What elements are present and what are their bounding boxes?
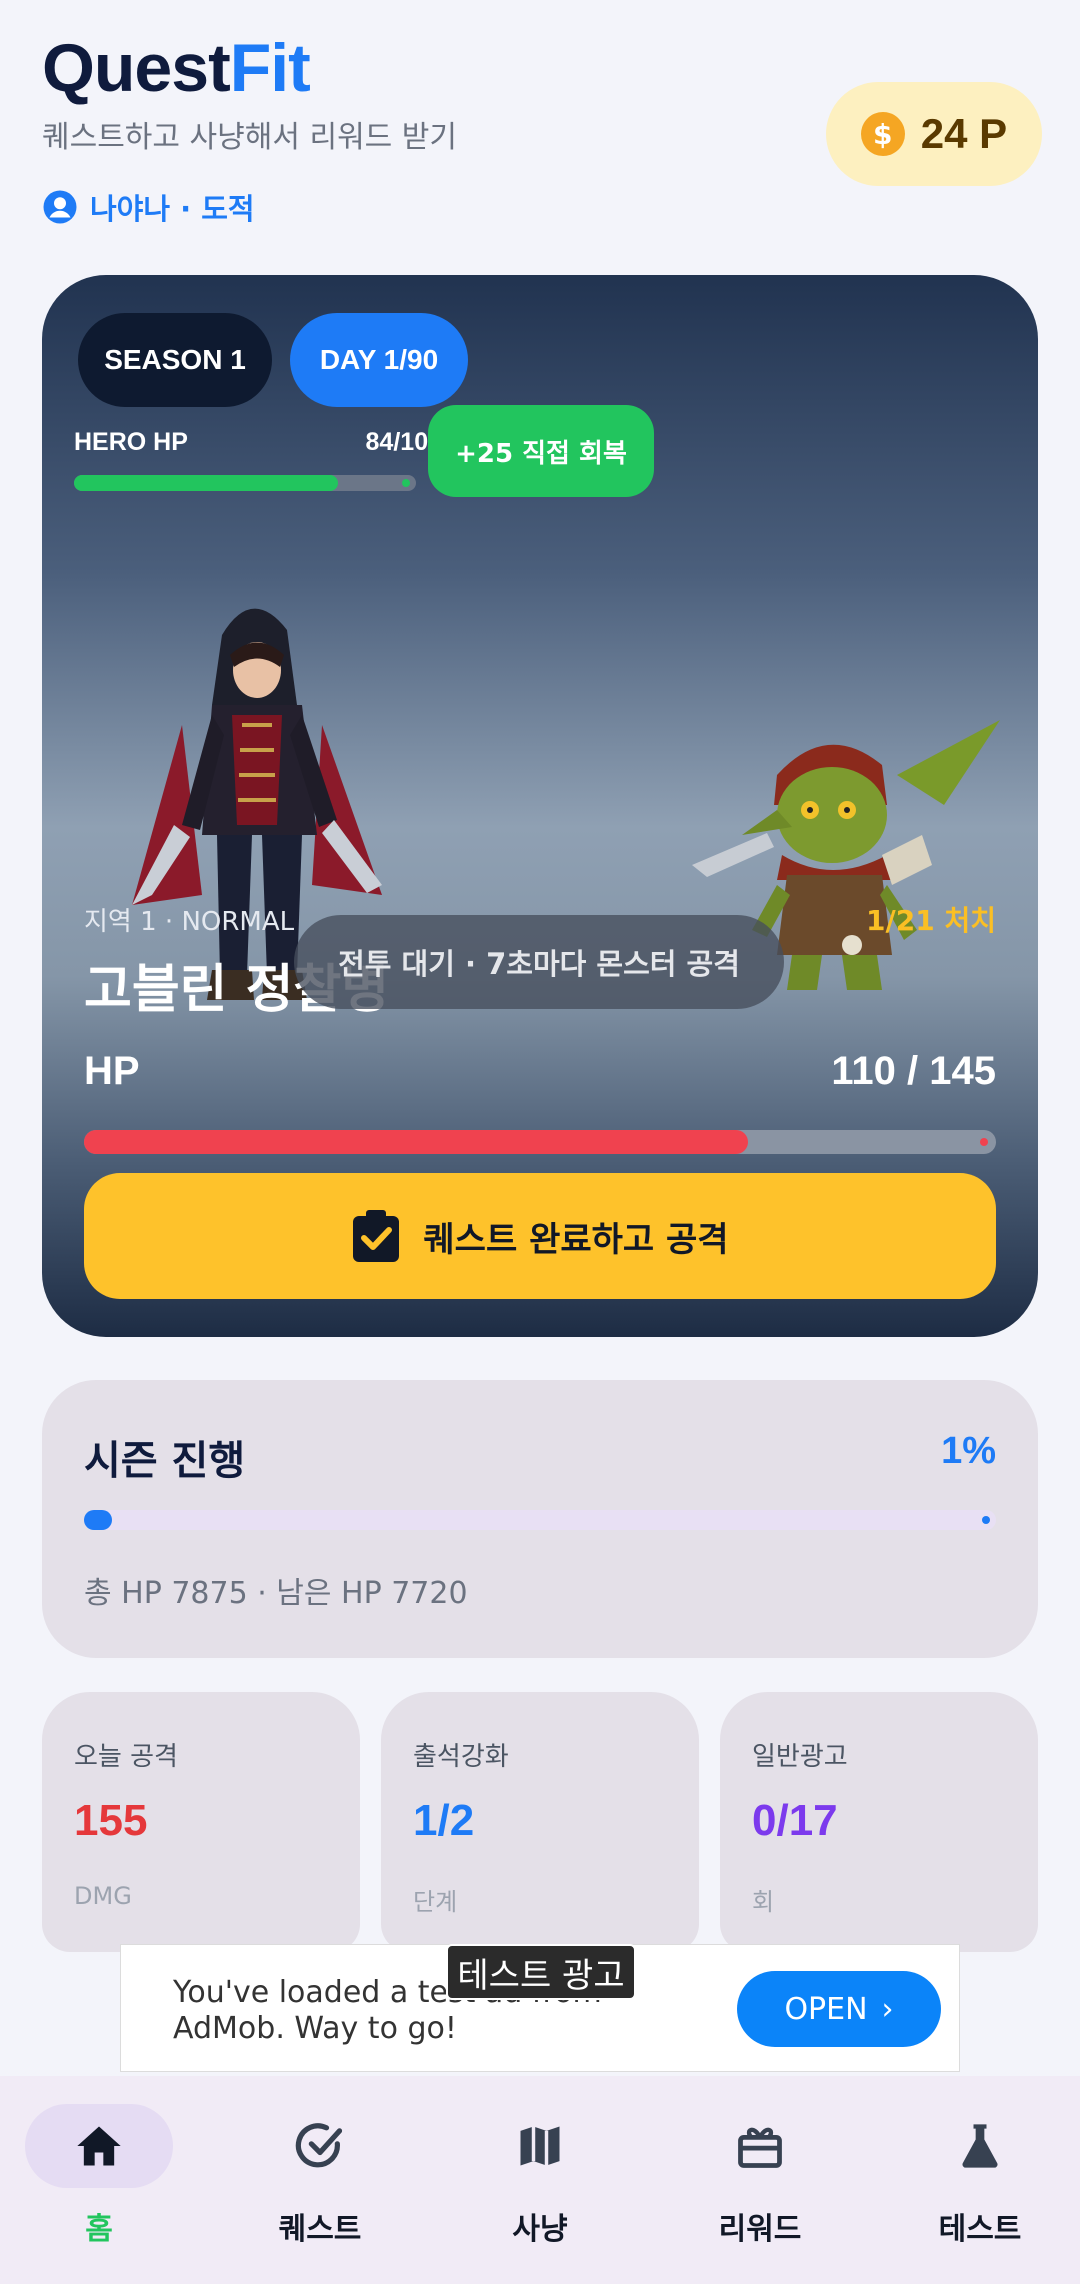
monster-hp-end-dot xyxy=(980,1138,988,1146)
nav-home-label: 홈 xyxy=(85,2212,113,2247)
clipboard-check-icon xyxy=(353,1210,400,1262)
kill-count: 1/21 처치 xyxy=(866,904,996,937)
nav-quest-label: 퀘스트 xyxy=(278,2212,362,2247)
stat-value: 1/2 xyxy=(413,1796,475,1845)
stat-title: 출석강화 xyxy=(413,1742,509,1772)
nav-home-indicator xyxy=(25,2104,173,2188)
battle-status-pill: 전투 대기 · 7초마다 몬스터 공격 xyxy=(294,915,784,1009)
nav-test[interactable]: 테스트 xyxy=(905,2104,1055,2254)
stat-unit: 회 xyxy=(752,1888,775,1916)
day-chip: DAY 1/90 xyxy=(290,313,468,407)
user-name: 나야나 · 도적 xyxy=(90,192,255,226)
attack-button[interactable]: 퀘스트 완료하고 공격 xyxy=(84,1173,996,1299)
monster-hp-label: HP xyxy=(84,1049,140,1093)
nav-hunt[interactable]: 사냥 xyxy=(465,2104,615,2254)
chevron-right-icon: › xyxy=(881,1991,894,2027)
brand-fit: Fit xyxy=(229,30,311,106)
stat-title: 일반광고 xyxy=(752,1742,848,1772)
hero-hp-fill xyxy=(74,475,339,491)
ad-open-label: OPEN xyxy=(784,1991,868,2027)
hero-hp-bar xyxy=(74,475,416,491)
nav-reward-label: 리워드 xyxy=(718,2212,802,2247)
points-value: 24 P xyxy=(920,110,1008,157)
season-hp-summary: 총 HP 7875 · 남은 HP 7720 xyxy=(84,1576,468,1611)
season-progress-title: 시즌 진행 xyxy=(84,1438,246,1484)
bottom-navigation: 홈 퀘스트 사냥 리워드 테스트 xyxy=(0,2076,1080,2284)
nav-quest[interactable]: 퀘스트 xyxy=(245,2104,395,2254)
flask-icon xyxy=(962,2124,998,2168)
monster-hp-bar xyxy=(84,1130,996,1154)
ad-open-button[interactable]: OPEN › xyxy=(737,1971,941,2047)
monster-hp-value: 110 / 145 xyxy=(831,1049,996,1093)
hero-hp-end-dot xyxy=(402,479,410,487)
attack-button-label: 퀘스트 완료하고 공격 xyxy=(423,1219,729,1260)
season-progress-card: 시즌 진행 1% 총 HP 7875 · 남은 HP 7720 xyxy=(42,1380,1038,1658)
user-avatar-icon xyxy=(43,190,77,224)
nav-test-label: 테스트 xyxy=(938,2212,1022,2247)
battle-card: SEASON 1 DAY 1/90 HERO HP 84/100 +25 직접 … xyxy=(42,275,1038,1337)
brand-quest: Quest xyxy=(42,30,231,106)
test-ad-badge: 테스트 광고 xyxy=(446,1944,636,2000)
heal-button[interactable]: +25 직접 회복 xyxy=(428,405,654,497)
season-progress-percent: 1% xyxy=(941,1430,996,1472)
map-icon xyxy=(520,2126,560,2166)
stat-title: 오늘 공격 xyxy=(74,1742,178,1772)
stat-card-today-attack: 오늘 공격 155 DMG xyxy=(42,1692,360,1952)
hero-hp-value: 84/100 xyxy=(365,428,442,456)
season-progress-bar xyxy=(84,1510,996,1530)
points-badge[interactable]: $ 24 P xyxy=(826,82,1042,186)
season-progress-fill xyxy=(84,1510,112,1530)
check-circle-icon xyxy=(295,2123,343,2168)
season-progress-end-dot xyxy=(982,1516,990,1524)
home-icon xyxy=(77,2126,121,2166)
stat-card-ads: 일반광고 0/17 회 xyxy=(720,1692,1038,1952)
season-chip: SEASON 1 xyxy=(78,313,272,407)
stat-value: 0/17 xyxy=(752,1796,838,1845)
stat-value: 155 xyxy=(74,1796,148,1845)
app-header: QuestFit 퀘스트하고 사냥해서 리워드 받기 나야나 · 도적 $ 24… xyxy=(42,30,1042,250)
nav-hunt-label: 사냥 xyxy=(512,2212,568,2247)
stat-unit: DMG xyxy=(74,1882,132,1910)
gift-icon xyxy=(738,2127,782,2168)
nav-reward[interactable]: 리워드 xyxy=(685,2104,835,2254)
zone-label: 지역 1 · NORMAL xyxy=(84,907,295,937)
nav-home[interactable]: 홈 xyxy=(24,2104,174,2254)
stat-card-attendance: 출석강화 1/2 단계 xyxy=(381,1692,699,1952)
user-profile[interactable]: 나야나 · 도적 xyxy=(42,186,1042,228)
stat-unit: 단계 xyxy=(413,1888,458,1916)
coin-icon: $ xyxy=(860,112,905,156)
hero-hp-label: HERO HP xyxy=(74,428,188,456)
monster-hp-fill xyxy=(84,1130,749,1154)
